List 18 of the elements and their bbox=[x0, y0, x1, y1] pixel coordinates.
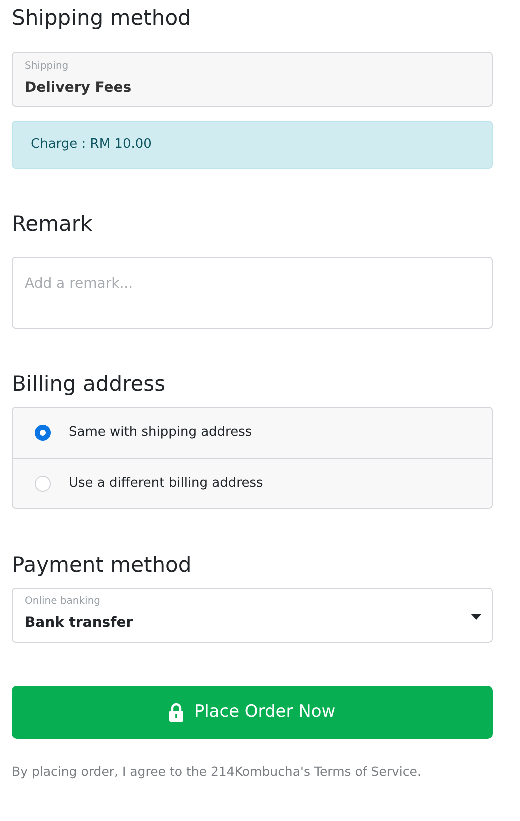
section-heading: Billing address bbox=[12, 374, 167, 398]
radio-label: Use a different billing address bbox=[69, 474, 264, 493]
charge-notice: Charge : RM 10.00 bbox=[12, 121, 493, 169]
payment-select[interactable]: Online banking Bank transfer bbox=[12, 588, 493, 643]
field-value: Bank transfer bbox=[25, 614, 134, 633]
lock-icon bbox=[169, 703, 184, 722]
section-heading: Remark bbox=[12, 214, 94, 238]
section-heading: Payment method bbox=[12, 555, 193, 579]
terms-note: By placing order, I agree to the 214Kombucha's Terms of Service. bbox=[12, 763, 422, 781]
remark-field[interactable]: Add a remark... bbox=[12, 257, 493, 329]
radio-label: Same with shipping address bbox=[69, 424, 252, 442]
field-value: Delivery Fees bbox=[25, 79, 133, 98]
field-label: Shipping bbox=[25, 60, 70, 74]
caret-icon bbox=[471, 614, 482, 620]
shipping-select[interactable]: Shipping Delivery Fees bbox=[12, 52, 493, 107]
radio-button[interactable] bbox=[35, 425, 51, 441]
section-heading: Shipping method bbox=[12, 8, 192, 32]
field-label: Online banking bbox=[25, 595, 102, 609]
